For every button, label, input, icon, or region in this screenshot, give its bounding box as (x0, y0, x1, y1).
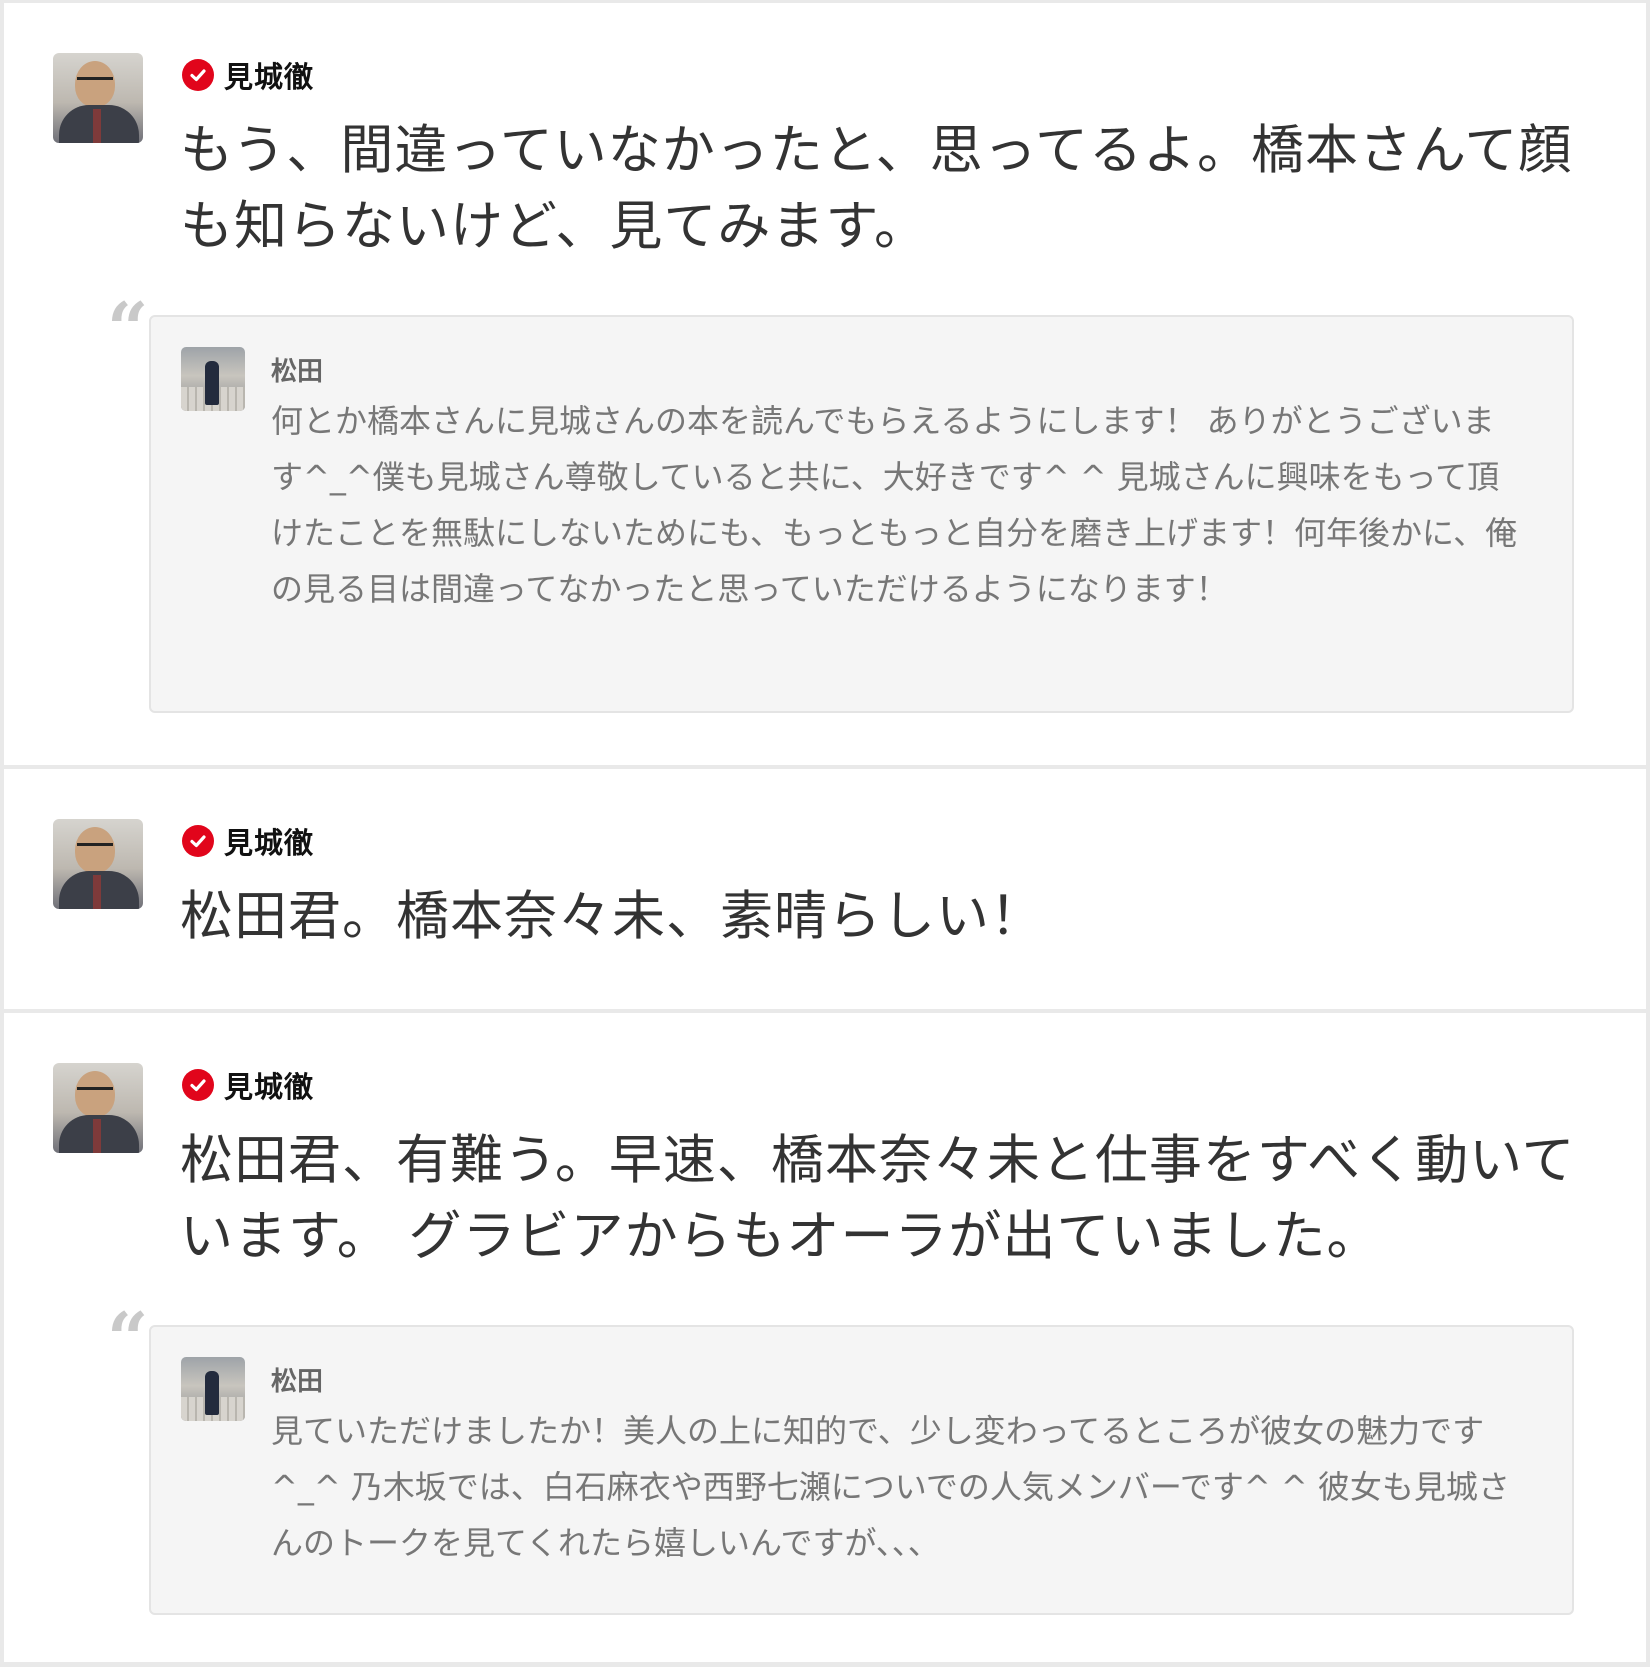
quote-mark-icon: “ (107, 1296, 149, 1381)
avatar[interactable] (53, 819, 143, 909)
post-card: 見城徹 松田君。橋本奈々未、素晴らしい！ (4, 769, 1646, 1009)
verified-check-icon (182, 1069, 214, 1101)
post-text: 松田君。橋本奈々未、素晴らしい！ (180, 886, 1044, 947)
verified-check-icon (182, 59, 214, 91)
author-name[interactable]: 見城徹 (224, 54, 314, 96)
comment-feed: 見城徹 もう、間違っていなかったと、思ってるよ。橋本さんて顔も知らないけど、見て… (0, 0, 1650, 1667)
post-card: 見城徹 松田君、有難う。早速、橋本奈々未と仕事をすべく動いています。 グラビアか… (4, 1013, 1646, 1662)
post-author: 見城徹 (182, 820, 314, 862)
avatar[interactable] (53, 1063, 143, 1153)
quote-mark-icon: “ (107, 286, 149, 371)
quoted-comment: 松田 見ていただけましたか！美人の上に知的で、少し変わってるところが彼女の魅力で… (149, 1325, 1574, 1615)
quoted-author[interactable]: 松田 (271, 1361, 323, 1398)
verified-check-icon (182, 825, 214, 857)
author-name[interactable]: 見城徹 (224, 1064, 314, 1106)
quoted-avatar[interactable] (181, 1357, 245, 1421)
post-card: 見城徹 もう、間違っていなかったと、思ってるよ。橋本さんて顔も知らないけど、見て… (4, 3, 1646, 765)
quoted-comment: 松田 何とか橋本さんに見城さんの本を読んでもらえるようにします！ ありがとうござ… (149, 315, 1574, 713)
avatar[interactable] (53, 53, 143, 143)
author-name[interactable]: 見城徹 (224, 820, 314, 862)
post-author: 見城徹 (182, 1064, 314, 1106)
post-text: 松田君、有難う。早速、橋本奈々未と仕事をすべく動いています。 グラビアからもオー… (180, 1130, 1576, 1267)
quoted-author[interactable]: 松田 (271, 351, 323, 388)
post-text: もう、間違っていなかったと、思ってるよ。橋本さんて顔も知らないけど、見てみます。 (180, 120, 1573, 257)
quoted-text: 何とか橋本さんに見城さんの本を読んでもらえるようにします！ ありがとうございます… (271, 402, 1518, 608)
quoted-text: 見ていただけましたか！美人の上に知的で、少し変わってるところが彼女の魅力です^_… (271, 1412, 1510, 1562)
post-author: 見城徹 (182, 54, 314, 96)
quoted-avatar[interactable] (181, 347, 245, 411)
